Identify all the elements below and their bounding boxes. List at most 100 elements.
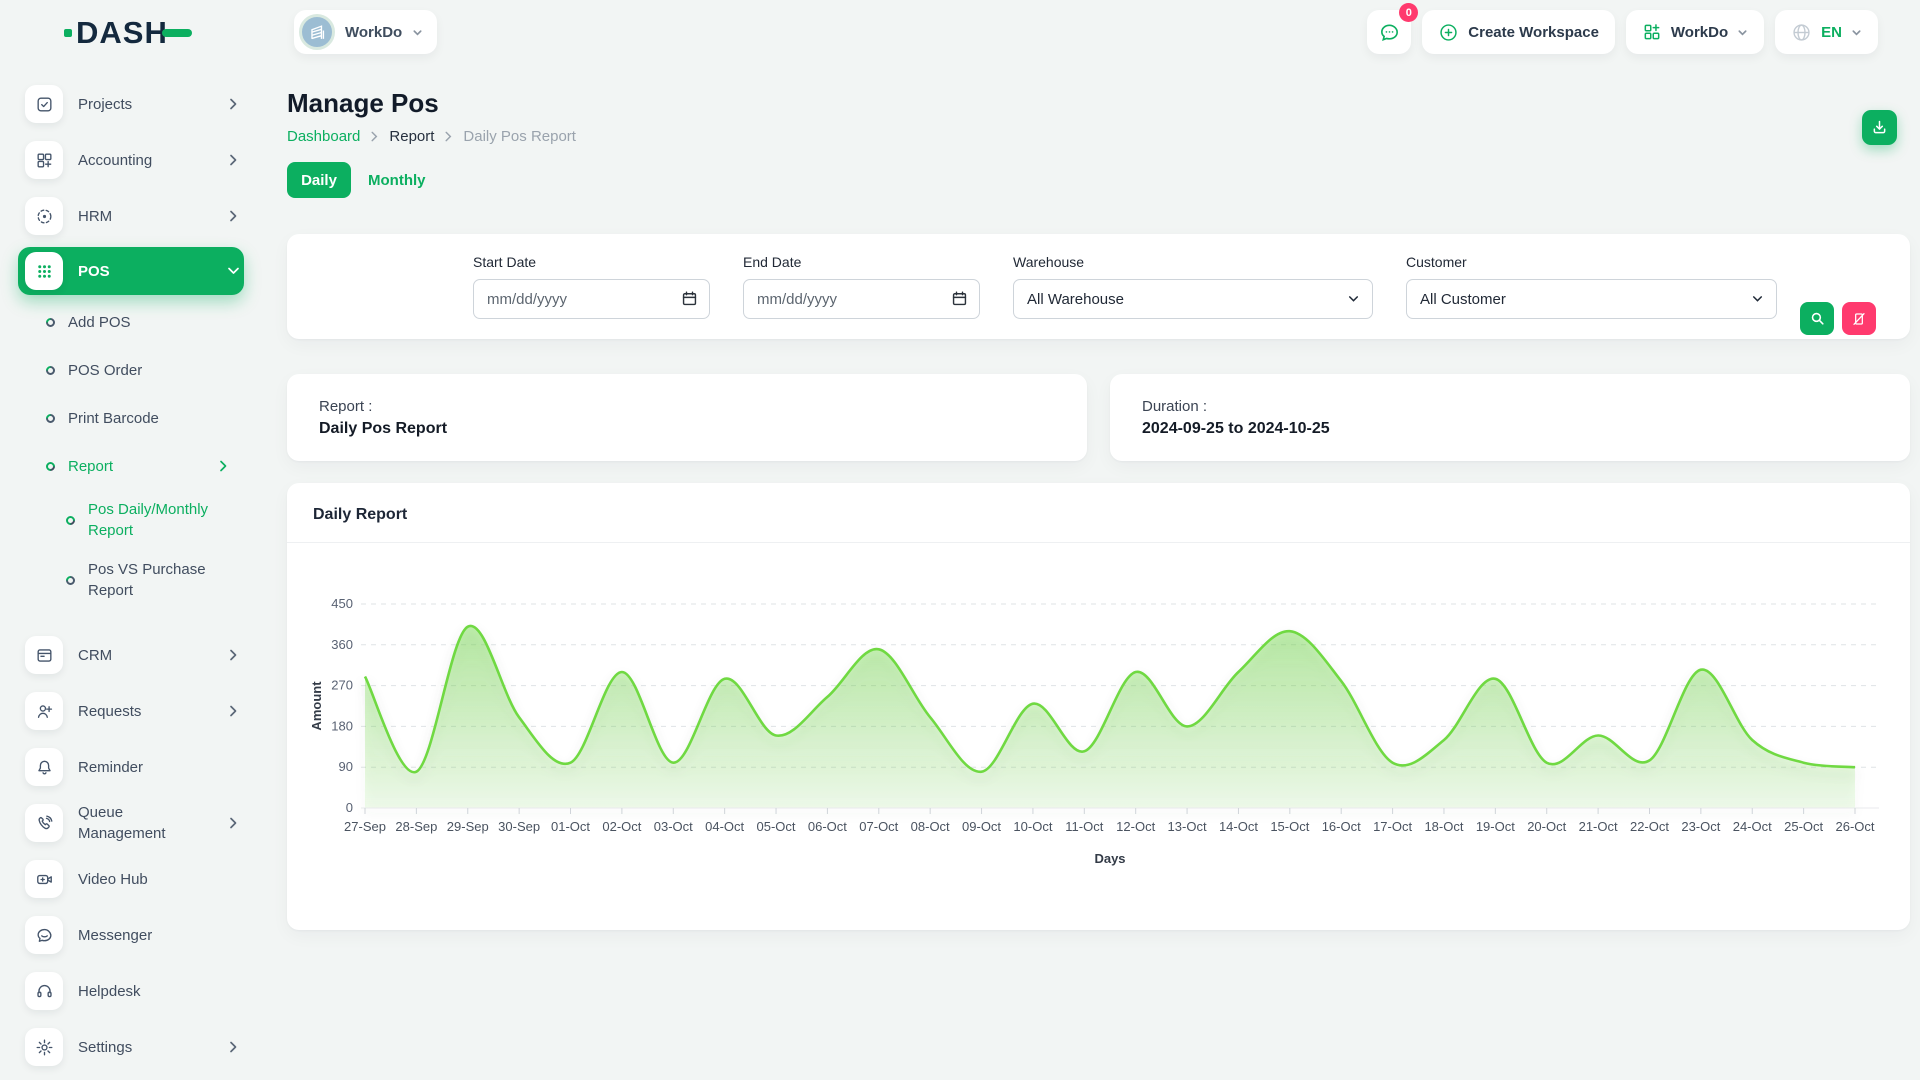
- sidebar-item-label: Reminder: [78, 757, 238, 778]
- bullet-icon: [44, 364, 57, 377]
- start-date-input[interactable]: [473, 279, 710, 319]
- end-date-label: End Date: [743, 254, 980, 270]
- sidebar-item-label: Accounting: [78, 150, 214, 171]
- sidebar-item-helpdesk[interactable]: Helpdesk: [18, 963, 244, 1019]
- reset-icon: [1851, 311, 1867, 327]
- messenger-chat-icon: [25, 916, 63, 954]
- warehouse-field: Warehouse All Warehouse: [1013, 254, 1373, 319]
- sidebar-item-print-barcode[interactable]: Print Barcode: [18, 394, 244, 442]
- chevron-down-icon: [229, 265, 238, 277]
- sidebar-item-label: Messenger: [78, 925, 238, 946]
- search-icon: [1809, 310, 1826, 327]
- report-mode-tabs: Daily Monthly: [287, 162, 1910, 198]
- breadcrumb-dashboard[interactable]: Dashboard: [287, 128, 360, 145]
- messages-badge: 0: [1399, 3, 1418, 22]
- x-axis-title: Days: [1094, 851, 1125, 866]
- sidebar-item-report[interactable]: Report: [18, 442, 244, 490]
- topbar-actions: 0 Create Workspace WorkDo EN: [1367, 10, 1878, 54]
- svg-text:26-Oct: 26-Oct: [1835, 819, 1874, 834]
- sidebar-nav: Projects Accounting HRMPOSAdd POS POS Order…: [18, 76, 244, 1075]
- app-menu-label: WorkDo: [1671, 24, 1728, 41]
- customer-field: Customer All Customer: [1406, 254, 1777, 319]
- app-menu-dropdown[interactable]: WorkDo: [1626, 10, 1764, 54]
- search-button[interactable]: [1800, 302, 1834, 335]
- svg-text:29-Sep: 29-Sep: [447, 819, 489, 834]
- svg-text:180: 180: [331, 718, 353, 733]
- sidebar-item-video-hub[interactable]: Video Hub: [18, 851, 244, 907]
- bullet-icon: [64, 514, 77, 527]
- workspace-name: WorkDo: [345, 24, 402, 41]
- sidebar-item-settings[interactable]: Settings: [18, 1019, 244, 1075]
- create-workspace-button[interactable]: Create Workspace: [1422, 10, 1615, 54]
- sidebar-item-add-pos[interactable]: Add POS: [18, 298, 244, 346]
- workspace-selector[interactable]: WorkDo: [294, 10, 437, 54]
- chevron-right-icon: [229, 210, 238, 222]
- reset-filter-button[interactable]: [1842, 302, 1876, 335]
- sidebar-item-messenger[interactable]: Messenger: [18, 907, 244, 963]
- chevron-right-icon: [229, 1041, 238, 1053]
- svg-text:21-Oct: 21-Oct: [1579, 819, 1618, 834]
- filter-actions: [1800, 302, 1876, 335]
- sidebar-item-label: POS Order: [68, 360, 206, 381]
- settings-gear-icon: [25, 1028, 63, 1066]
- sidebar-item-queue-management[interactable]: Queue Management: [18, 795, 244, 851]
- svg-text:06-Oct: 06-Oct: [808, 819, 847, 834]
- download-report-button[interactable]: [1862, 110, 1897, 145]
- tab-monthly[interactable]: Monthly: [368, 172, 426, 189]
- main-content: Manage Pos Dashboard Report Daily Pos Re…: [258, 64, 1920, 1075]
- messages-button[interactable]: 0: [1367, 10, 1411, 54]
- report-value: Daily Pos Report: [319, 420, 1055, 438]
- circled-plus-icon: [1438, 22, 1459, 43]
- sidebar-item-reminder[interactable]: Reminder: [18, 739, 244, 795]
- sidebar-item-label: Report: [68, 456, 206, 477]
- filter-card: Start Date End Date Warehouse: [287, 234, 1910, 339]
- sidebar-item-projects[interactable]: Projects: [18, 76, 244, 132]
- svg-text:04-Oct: 04-Oct: [705, 819, 744, 834]
- requests-user-plus-icon: [25, 692, 63, 730]
- warehouse-select[interactable]: All Warehouse: [1013, 279, 1373, 319]
- sidebar-item-pos-daily-monthly-report[interactable]: Pos Daily/Monthly Report: [18, 490, 244, 550]
- dash-logo[interactable]: DASH: [64, 10, 260, 54]
- bullet-icon: [44, 412, 57, 425]
- svg-text:08-Oct: 08-Oct: [911, 819, 950, 834]
- customer-select[interactable]: All Customer: [1406, 279, 1777, 319]
- daily-report-card: Daily Report 09018027036045027-Sep28-Sep…: [287, 483, 1910, 930]
- bullet-icon: [44, 460, 57, 473]
- sidebar-item-crm[interactable]: CRM: [18, 627, 244, 683]
- queue-phone-icon: [25, 804, 63, 842]
- accounting-grid-plus-icon: [25, 141, 63, 179]
- svg-text:24-Oct: 24-Oct: [1733, 819, 1772, 834]
- sidebar-item-label: Queue Management: [78, 802, 214, 844]
- language-dropdown[interactable]: EN: [1775, 10, 1878, 54]
- breadcrumb-report[interactable]: Report: [389, 128, 434, 145]
- app-root: DASH WorkDo 0 Create Workspace: [0, 0, 1920, 1080]
- chevron-right-icon: [219, 460, 228, 472]
- svg-text:15-Oct: 15-Oct: [1270, 819, 1309, 834]
- page-title: Manage Pos: [287, 88, 1910, 119]
- sidebar-item-requests[interactable]: Requests: [18, 683, 244, 739]
- svg-text:05-Oct: 05-Oct: [757, 819, 796, 834]
- sidebar-item-pos-order[interactable]: POS Order: [18, 346, 244, 394]
- chart-title: Daily Report: [313, 506, 1884, 524]
- sidebar-item-pos[interactable]: POS: [18, 247, 244, 295]
- bullet-icon: [44, 316, 57, 329]
- svg-text:13-Oct: 13-Oct: [1168, 819, 1207, 834]
- sidebar-item-label: Print Barcode: [68, 408, 206, 429]
- svg-text:11-Oct: 11-Oct: [1065, 819, 1103, 834]
- sidebar-item-hrm[interactable]: HRM: [18, 188, 244, 244]
- start-date-field: Start Date: [473, 254, 710, 319]
- workspace-avatar: [299, 14, 335, 50]
- chart-header: Daily Report: [287, 483, 1910, 542]
- start-date-label: Start Date: [473, 254, 710, 270]
- svg-text:12-Oct: 12-Oct: [1116, 819, 1155, 834]
- grid-plus-icon: [1642, 22, 1662, 42]
- end-date-input[interactable]: [743, 279, 980, 319]
- sidebar-item-pos-vs-purchase-report[interactable]: Pos VS Purchase Report: [18, 550, 244, 610]
- tab-daily[interactable]: Daily: [287, 162, 351, 198]
- duration-value: 2024-09-25 to 2024-10-25: [1142, 420, 1878, 438]
- sidebar-item-accounting[interactable]: Accounting: [18, 132, 244, 188]
- pos-grid-dots-icon: [25, 252, 63, 290]
- svg-text:0: 0: [346, 800, 353, 815]
- reminder-bell-icon: [25, 748, 63, 786]
- svg-text:30-Sep: 30-Sep: [498, 819, 540, 834]
